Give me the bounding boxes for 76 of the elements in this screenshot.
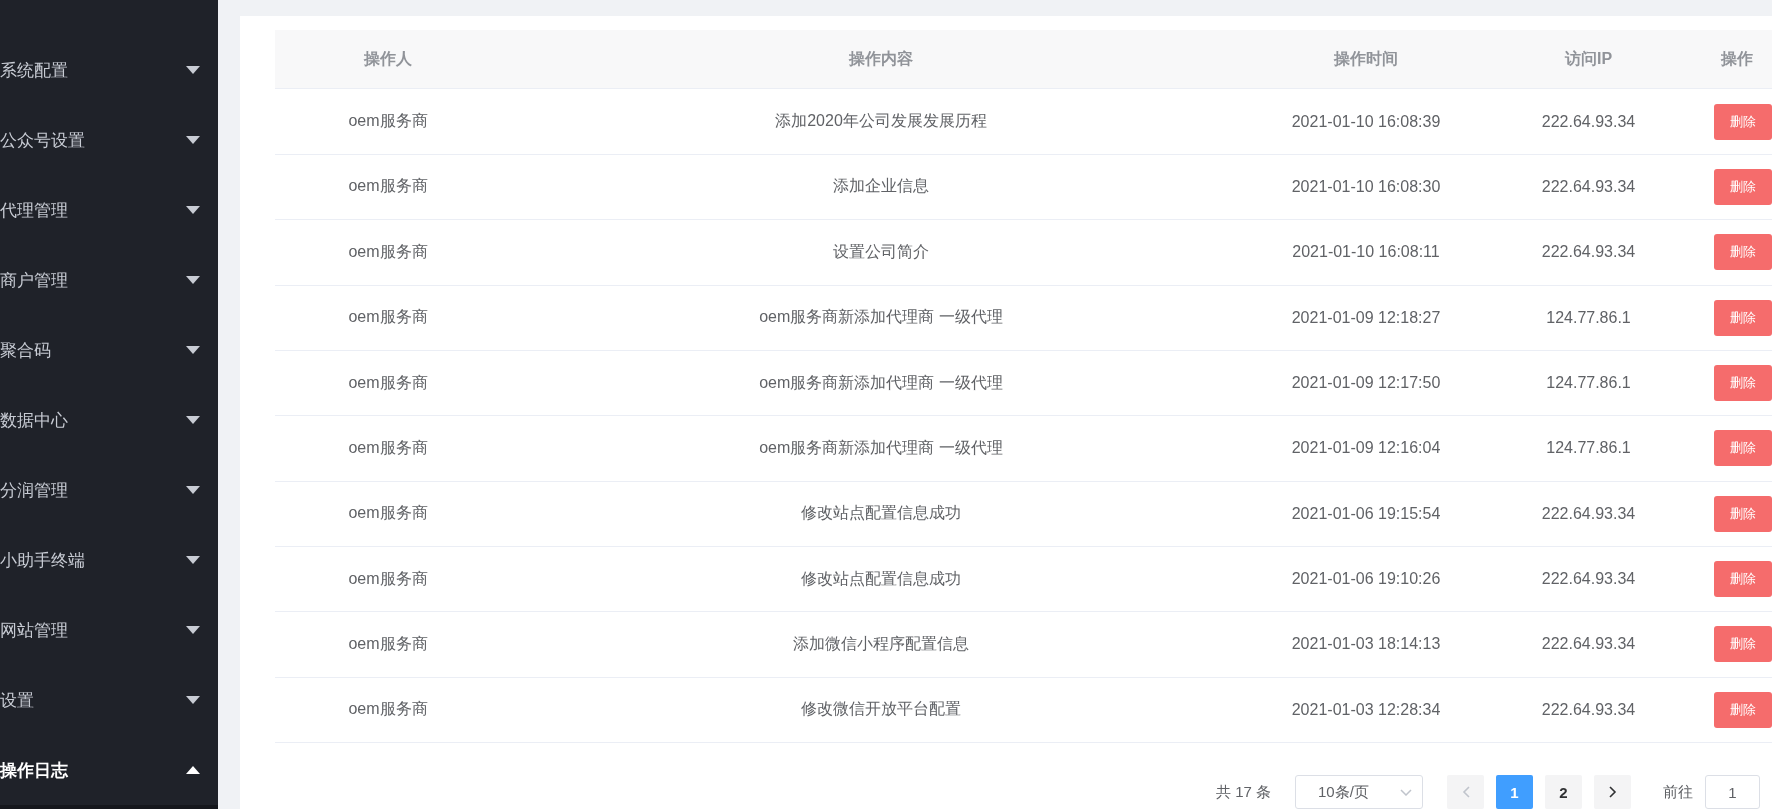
sidebar-item[interactable]: 商户管理	[0, 245, 218, 315]
caret-down-icon	[186, 66, 200, 74]
table-cell-text: oem服务商	[348, 372, 428, 393]
table-cell: 2021-01-06 19:10:26	[1291, 570, 1441, 589]
sidebar-item[interactable]: 系统配置	[0, 35, 218, 105]
table-cell: 222.64.93.34	[1541, 635, 1636, 654]
table-cell: 222.64.93.34	[1541, 570, 1636, 589]
table-cell-text: 添加微信小程序配置信息	[793, 633, 969, 654]
caret-down-icon	[186, 696, 200, 704]
caret-up-icon	[186, 766, 200, 774]
table-cell: 2021-01-10 16:08:30	[1291, 177, 1441, 196]
caret-down-icon	[186, 136, 200, 144]
table-cell-text: oem服务商	[348, 568, 428, 589]
table-cell: 2021-01-09 12:16:04	[1291, 439, 1441, 458]
chevron-left-icon	[1461, 786, 1470, 798]
sidebar-item[interactable]: 操作日志	[0, 735, 218, 805]
table-cell: 2021-01-06 19:15:54	[1291, 504, 1441, 523]
column-header: 操作	[1719, 48, 1753, 69]
table-cell: 124.77.86.1	[1546, 308, 1631, 327]
table-cell: 124.77.86.1	[1546, 374, 1631, 393]
table-cell: 2021-01-10 16:08:11	[1292, 243, 1440, 262]
caret-down-icon	[186, 276, 200, 284]
caret-down-icon	[186, 626, 200, 634]
table-cell-text: oem服务商新添加代理商 一级代理	[759, 372, 1003, 393]
table-cell-text: oem服务商新添加代理商 一级代理	[759, 437, 1003, 458]
page-button[interactable]: 2	[1545, 775, 1582, 809]
table-cell: 2021-01-03 12:28:34	[1291, 700, 1441, 719]
sidebar-item[interactable]: 代理管理	[0, 175, 218, 245]
page-size-select[interactable]: 10条/页	[1295, 775, 1423, 809]
table-cell: 2021-01-10 16:08:39	[1291, 112, 1441, 131]
table-cell-text: 修改站点配置信息成功	[801, 568, 961, 589]
chevron-down-icon	[1400, 788, 1412, 796]
chevron-right-icon	[1608, 786, 1617, 798]
column-header: 访问IP	[1564, 48, 1613, 69]
column-header: 操作时间	[1334, 48, 1398, 69]
caret-down-icon	[186, 486, 200, 494]
table-cell-text: 添加2020年公司发展发展历程	[775, 111, 987, 132]
table-cell-text: oem服务商	[348, 503, 428, 524]
table-cell-text: 添加企业信息	[833, 176, 929, 197]
caret-down-icon	[186, 416, 200, 424]
table-cell-text: oem服务商	[348, 699, 428, 720]
page-input[interactable]: 1	[1705, 775, 1760, 809]
caret-down-icon	[186, 346, 200, 354]
goto-label: 前往	[1663, 782, 1693, 802]
caret-down-icon	[186, 556, 200, 564]
column-header: 操作人	[364, 48, 412, 69]
column-header: 操作内容	[849, 48, 913, 69]
table-cell: 222.64.93.34	[1541, 700, 1636, 719]
table-cell-text: 修改站点配置信息成功	[801, 503, 961, 524]
table-cell: 222.64.93.34	[1541, 112, 1636, 131]
table-cell: 222.64.93.34	[1541, 504, 1636, 523]
sidebar-item[interactable]: 小助手终端	[0, 525, 218, 595]
table-cell-text: 设置公司简介	[833, 241, 929, 262]
table-cell-text: oem服务商	[348, 437, 428, 458]
table-cell: 124.77.86.1	[1546, 439, 1631, 458]
table-cell-text: oem服务商新添加代理商 一级代理	[759, 307, 1003, 328]
table-cell-text: 修改微信开放平台配置	[801, 699, 961, 720]
sidebar-item[interactable]: 分润管理	[0, 455, 218, 525]
table-cell: 222.64.93.34	[1541, 177, 1636, 196]
sidebar-item[interactable]: 聚合码	[0, 315, 218, 385]
sidebar-item[interactable]: 公众号设置	[0, 105, 218, 175]
next-page-button[interactable]	[1594, 775, 1631, 809]
table-cell: 2021-01-03 18:14:13	[1291, 635, 1441, 654]
table-cell: 2021-01-09 12:18:27	[1291, 308, 1441, 327]
table-cell: 2021-01-09 12:17:50	[1291, 374, 1441, 393]
caret-down-icon	[186, 206, 200, 214]
sidebar-item[interactable]: 数据中心	[0, 385, 218, 455]
sidebar-item[interactable]: 设置	[0, 665, 218, 735]
sidebar-item[interactable]: 网站管理	[0, 595, 218, 665]
table-cell-text: oem服务商	[348, 307, 428, 328]
table-cell-text: oem服务商	[348, 633, 428, 654]
table-cell-text: oem服务商	[348, 111, 428, 132]
table-cell: 222.64.93.34	[1541, 243, 1636, 262]
table-cell-text: oem服务商	[348, 241, 428, 262]
table-cell-text: oem服务商	[348, 176, 428, 197]
total-count: 共 17 条	[1215, 782, 1271, 802]
